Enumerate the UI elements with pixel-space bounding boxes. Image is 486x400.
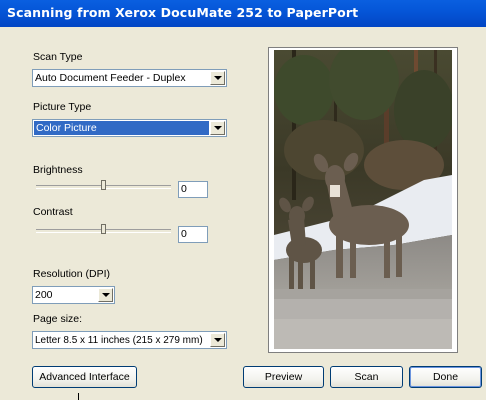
- chevron-down-icon[interactable]: [210, 71, 225, 85]
- brightness-label: Brightness: [33, 164, 83, 176]
- scan-type-select[interactable]: Auto Document Feeder - Duplex: [32, 69, 227, 87]
- scan-button[interactable]: Scan: [330, 366, 403, 388]
- title-bar[interactable]: Scanning from Xerox DocuMate 252 to Pape…: [0, 0, 486, 27]
- preview-pane: [268, 47, 458, 353]
- contrast-thumb[interactable]: [101, 224, 106, 234]
- picture-type-value: Color Picture: [34, 121, 209, 135]
- picture-type-select[interactable]: Color Picture: [32, 119, 227, 137]
- preview-image-lower: [274, 289, 452, 349]
- preview-button[interactable]: Preview: [243, 366, 324, 388]
- resolution-value: 200: [35, 289, 53, 301]
- resolution-label: Resolution (DPI): [33, 268, 111, 280]
- contrast-value-field[interactable]: 0: [178, 226, 208, 243]
- chevron-down-icon[interactable]: [98, 288, 113, 302]
- contrast-label: Contrast: [33, 206, 73, 218]
- done-button[interactable]: Done: [409, 366, 482, 388]
- window-title: Scanning from Xerox DocuMate 252 to Pape…: [7, 5, 359, 20]
- page-size-value: Letter 8.5 x 11 inches (215 x 279 mm): [35, 335, 203, 346]
- brightness-thumb[interactable]: [101, 180, 106, 190]
- page-size-label: Page size:: [33, 313, 83, 325]
- resolution-select[interactable]: 200: [32, 286, 115, 304]
- picture-type-label: Picture Type: [33, 101, 92, 113]
- scan-type-label: Scan Type: [33, 51, 83, 63]
- advanced-interface-button[interactable]: Advanced Interface: [32, 366, 137, 388]
- brightness-slider[interactable]: [36, 178, 171, 196]
- preview-image: [274, 50, 452, 289]
- brightness-value-field[interactable]: 0: [178, 181, 208, 198]
- page-size-select[interactable]: Letter 8.5 x 11 inches (215 x 279 mm): [32, 331, 227, 349]
- contrast-slider[interactable]: [36, 222, 171, 240]
- text-cursor: [78, 393, 79, 400]
- chevron-down-icon[interactable]: [210, 121, 225, 135]
- chevron-down-icon[interactable]: [210, 333, 225, 347]
- scan-type-value: Auto Document Feeder - Duplex: [35, 72, 186, 84]
